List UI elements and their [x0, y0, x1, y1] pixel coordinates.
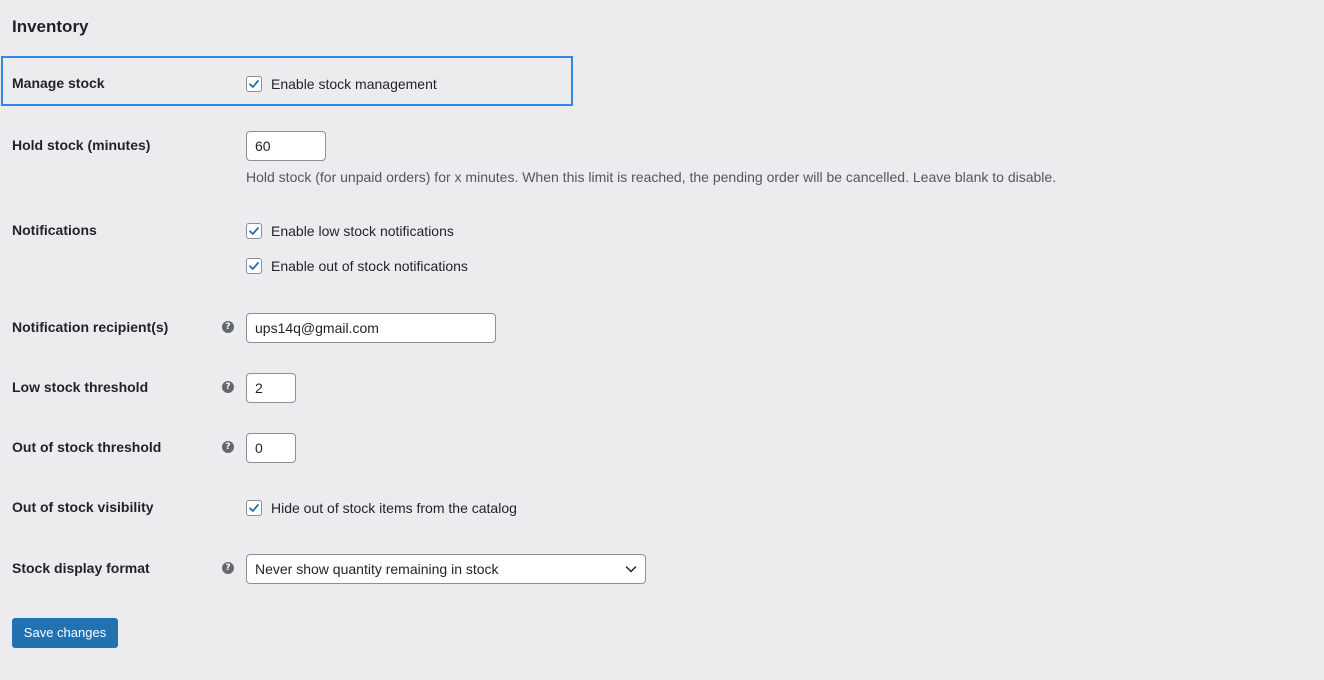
save-changes-button[interactable]: Save changes — [12, 618, 118, 648]
out-of-stock-visibility-label: Out of stock visibility — [12, 499, 154, 515]
checkmark-icon — [249, 504, 259, 512]
out-of-stock-threshold-label: Out of stock threshold — [12, 439, 162, 455]
help-icon[interactable]: ? — [222, 381, 234, 393]
low-stock-threshold-input[interactable]: 2 — [246, 373, 296, 403]
out-of-stock-notifications-row[interactable]: Enable out of stock notifications — [246, 256, 468, 276]
stock-display-format-label: Stock display format — [12, 560, 150, 576]
notification-recipient-label: Notification recipient(s) — [12, 319, 169, 335]
chevron-down-icon — [625, 566, 637, 573]
out-of-stock-notifications-label: Enable out of stock notifications — [271, 258, 468, 274]
help-icon[interactable]: ? — [222, 562, 234, 574]
hold-stock-input[interactable]: 60 — [246, 131, 326, 161]
manage-stock-label: Manage stock — [12, 75, 105, 91]
checkmark-icon — [249, 262, 259, 270]
low-stock-notifications-row[interactable]: Enable low stock notifications — [246, 221, 454, 241]
checkmark-icon — [249, 80, 259, 88]
low-stock-notifications-label: Enable low stock notifications — [271, 223, 454, 239]
hold-stock-description: Hold stock (for unpaid orders) for x min… — [246, 169, 1057, 185]
enable-stock-management-checkbox[interactable] — [246, 76, 262, 92]
checkmark-icon — [249, 227, 259, 235]
stock-display-format-value: Never show quantity remaining in stock — [255, 561, 499, 577]
hide-out-of-stock-row[interactable]: Hide out of stock items from the catalog — [246, 498, 517, 518]
out-of-stock-notifications-checkbox[interactable] — [246, 258, 262, 274]
out-of-stock-threshold-input[interactable]: 0 — [246, 433, 296, 463]
help-icon[interactable]: ? — [222, 321, 234, 333]
hold-stock-label: Hold stock (minutes) — [12, 137, 151, 153]
notification-recipient-input[interactable]: ups14q@gmail.com — [246, 313, 496, 343]
notifications-label: Notifications — [12, 222, 97, 238]
enable-stock-management-label: Enable stock management — [271, 76, 437, 92]
low-stock-threshold-label: Low stock threshold — [12, 379, 149, 395]
stock-display-format-select[interactable]: Never show quantity remaining in stock — [246, 554, 646, 584]
help-icon[interactable]: ? — [222, 441, 234, 453]
section-title: Inventory — [12, 17, 89, 36]
low-stock-notifications-checkbox[interactable] — [246, 223, 262, 239]
hide-out-of-stock-checkbox[interactable] — [246, 500, 262, 516]
enable-stock-management-row[interactable]: Enable stock management — [246, 74, 437, 94]
hide-out-of-stock-label: Hide out of stock items from the catalog — [271, 500, 517, 516]
